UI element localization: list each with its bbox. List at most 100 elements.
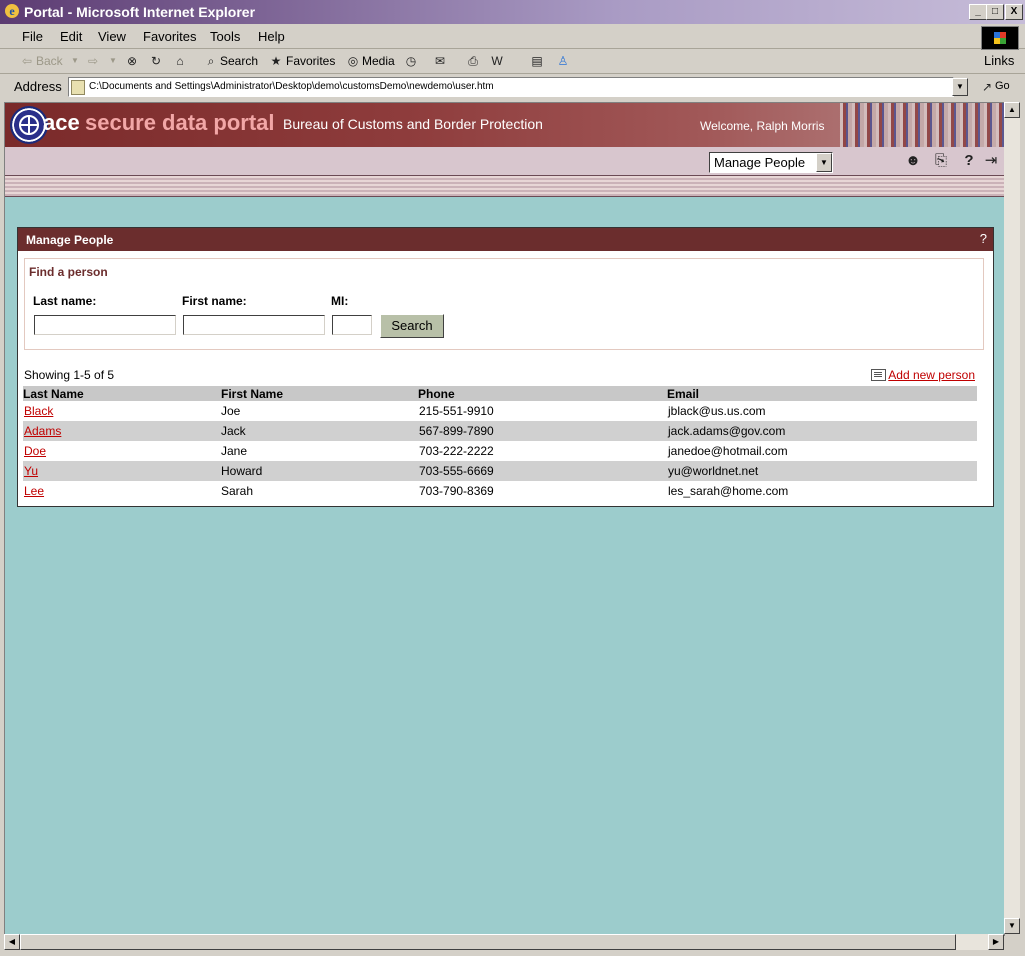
- email-cell: les_sarah@home.com: [668, 484, 789, 498]
- find-person-title: Find a person: [29, 265, 108, 279]
- back-button[interactable]: Back: [36, 54, 63, 68]
- phone-cell: 215-551-9910: [419, 404, 494, 418]
- horizontal-scrollbar[interactable]: ◀ ▶: [4, 934, 1004, 950]
- menu-view[interactable]: View: [98, 29, 126, 44]
- phone-cell: 567-899-7890: [419, 424, 494, 438]
- menu-edit[interactable]: Edit: [60, 29, 82, 44]
- first-name-cell: Jane: [221, 444, 248, 458]
- media-icon: ◎: [347, 54, 359, 68]
- last-name-link[interactable]: Black: [24, 404, 53, 418]
- decorative-stripes: [5, 176, 1004, 197]
- phone-cell: 703-790-8369: [419, 484, 494, 498]
- search-toolbar-button[interactable]: Search: [220, 54, 258, 68]
- vertical-scrollbar[interactable]: ▲ ▼: [1004, 102, 1020, 934]
- last-name-link[interactable]: Doe: [24, 444, 46, 458]
- toolbar: ⇦ Back ▼ ⇨ ▼ ⊗ ↻ ⌂ ⌕ Search ★ Favorites …: [0, 49, 1025, 74]
- go-arrow-icon: ↗: [981, 80, 993, 94]
- forward-button[interactable]: ⇨: [86, 54, 100, 68]
- phone-cell: 703-222-2222: [419, 444, 494, 458]
- print-icon[interactable]: ⎙: [466, 54, 480, 68]
- welcome-text: Welcome, Ralph Morris: [700, 119, 825, 133]
- go-button[interactable]: Go: [995, 80, 1010, 92]
- add-new-person-label: Add new person: [888, 368, 975, 382]
- table-row: Yu Howard 703-555-6669 yu@worldnet.net: [23, 461, 977, 481]
- scroll-right-icon[interactable]: ▶: [988, 934, 1004, 950]
- mail-icon[interactable]: ✉: [433, 54, 447, 68]
- col-first-name[interactable]: First Name: [221, 387, 283, 401]
- scroll-left-icon[interactable]: ◀: [4, 934, 20, 950]
- page-icon: [71, 80, 85, 95]
- scroll-down-icon[interactable]: ▼: [1004, 918, 1020, 934]
- last-name-link[interactable]: Yu: [24, 464, 38, 478]
- address-input[interactable]: C:\Documents and Settings\Administrator\…: [68, 77, 954, 97]
- last-name-label: Last name:: [33, 294, 97, 308]
- email-cell: janedoe@hotmail.com: [668, 444, 788, 458]
- history-icon[interactable]: ◷: [404, 54, 418, 68]
- col-email[interactable]: Email: [667, 387, 699, 401]
- edit-word-icon[interactable]: W: [490, 54, 504, 68]
- discuss-icon[interactable]: ▤: [530, 54, 544, 68]
- back-dropdown-icon[interactable]: ▼: [68, 54, 82, 68]
- help-icon[interactable]: ?: [959, 152, 979, 170]
- minimize-button[interactable]: _: [969, 4, 987, 20]
- portal-nav-bar: Manage People ▼ ☻ ⎘ ? ⇥: [5, 147, 1004, 176]
- favorites-toolbar-button[interactable]: Favorites: [286, 54, 335, 68]
- first-name-input[interactable]: [183, 315, 325, 335]
- email-cell: jack.adams@gov.com: [668, 424, 786, 438]
- logout-icon[interactable]: ⇥: [981, 152, 1001, 170]
- table-header-row: Last Name First Name Phone Email: [23, 386, 977, 401]
- forward-dropdown-icon[interactable]: ▼: [106, 54, 120, 68]
- col-phone[interactable]: Phone: [418, 387, 455, 401]
- logo-title: secure data portal: [85, 110, 275, 135]
- add-new-person-link[interactable]: Add new person: [871, 368, 975, 382]
- first-name-label: First name:: [182, 294, 247, 308]
- portal-banner: ace secure data portal Bureau of Customs…: [5, 103, 1004, 147]
- email-cell: yu@worldnet.net: [668, 464, 759, 478]
- window-title: Portal - Microsoft Internet Explorer: [24, 4, 256, 20]
- scroll-up-icon[interactable]: ▲: [1004, 102, 1020, 118]
- panel-header: Manage People ?: [18, 228, 993, 251]
- panel-help-icon[interactable]: ?: [980, 231, 987, 246]
- last-name-link[interactable]: Lee: [24, 484, 44, 498]
- close-button[interactable]: X: [1005, 4, 1023, 20]
- menu-tools[interactable]: Tools: [210, 29, 240, 44]
- horizontal-scroll-thumb[interactable]: [20, 934, 956, 950]
- menu-help[interactable]: Help: [258, 29, 285, 44]
- search-button[interactable]: Search: [380, 314, 444, 338]
- profile-icon[interactable]: ☻: [903, 152, 923, 170]
- page-select[interactable]: Manage People ▼: [709, 152, 833, 173]
- stop-icon[interactable]: ⊗: [125, 54, 139, 68]
- first-name-cell: Joe: [221, 404, 241, 418]
- window-title-bar: e Portal - Microsoft Internet Explorer _…: [0, 0, 1025, 24]
- last-name-input[interactable]: [34, 315, 176, 335]
- mi-input[interactable]: [332, 315, 372, 335]
- address-bar: Address C:\Documents and Settings\Admini…: [0, 74, 1025, 99]
- menu-bar: File Edit View Favorites Tools Help: [0, 24, 1025, 49]
- first-name-cell: Howard: [221, 464, 263, 478]
- table-row: Adams Jack 567-899-7890 jack.adams@gov.c…: [23, 421, 977, 441]
- address-value: C:\Documents and Settings\Administrator\…: [89, 81, 494, 92]
- table-row: Lee Sarah 703-790-8369 les_sarah@home.co…: [23, 481, 977, 501]
- col-last-name[interactable]: Last Name: [23, 387, 84, 401]
- media-toolbar-button[interactable]: Media: [362, 54, 395, 68]
- people-table: Last Name First Name Phone Email Black J…: [23, 386, 977, 501]
- links-button[interactable]: Links: [984, 53, 1014, 68]
- menu-file[interactable]: File: [22, 29, 43, 44]
- address-dropdown-icon[interactable]: ▼: [952, 78, 968, 96]
- refresh-icon[interactable]: ↻: [149, 54, 163, 68]
- folders-icon[interactable]: ⎘: [931, 152, 951, 170]
- page-select-dropdown-icon[interactable]: ▼: [816, 153, 832, 172]
- home-icon[interactable]: ⌂: [173, 54, 187, 68]
- last-name-link[interactable]: Adams: [24, 424, 61, 438]
- messenger-icon[interactable]: ♙: [556, 54, 570, 68]
- logo-ace: ace: [43, 110, 80, 135]
- table-row: Black Joe 215-551-9910 jblack@us.us.com: [23, 401, 977, 421]
- first-name-cell: Jack: [221, 424, 246, 438]
- address-label: Address: [14, 79, 62, 94]
- mi-label: MI:: [331, 294, 349, 308]
- maximize-button[interactable]: □: [986, 4, 1004, 20]
- search-icon: ⌕: [207, 54, 215, 68]
- menu-favorites[interactable]: Favorites: [143, 29, 196, 44]
- windows-logo-icon: [981, 26, 1019, 50]
- add-person-icon: [871, 369, 887, 381]
